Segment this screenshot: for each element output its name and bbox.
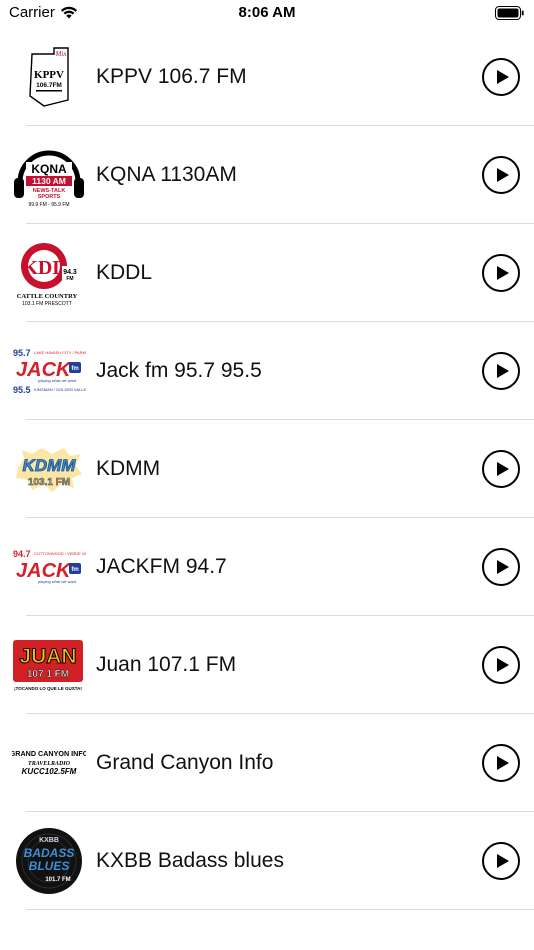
play-button[interactable] bbox=[482, 842, 520, 880]
svg-text:LAKE HAVASU CITY / PARKER: LAKE HAVASU CITY / PARKER bbox=[34, 350, 86, 355]
jack-logo-icon: 95.7 LAKE HAVASU CITY / PARKER JACK fm p… bbox=[12, 334, 86, 408]
status-bar: Carrier 8:06 AM bbox=[0, 0, 534, 28]
play-icon bbox=[496, 560, 509, 574]
kppv-logo-icon: Mix KPPV 106.7FM bbox=[12, 40, 86, 114]
svg-text:CATTLE COUNTRY: CATTLE COUNTRY bbox=[17, 293, 78, 300]
station-name: KDDL bbox=[96, 261, 153, 284]
row-separator bbox=[26, 909, 534, 910]
station-name: KDMM bbox=[96, 457, 161, 480]
svg-text:JUAN: JUAN bbox=[19, 645, 76, 668]
svg-text:FM: FM bbox=[66, 276, 73, 282]
svg-text:fm: fm bbox=[71, 366, 78, 372]
svg-text:94.3: 94.3 bbox=[63, 269, 77, 276]
svg-text:COTTONWOOD / VERDE VALLEY: COTTONWOOD / VERDE VALLEY bbox=[34, 551, 86, 556]
station-name: Grand Canyon Info bbox=[96, 751, 274, 774]
play-icon bbox=[496, 266, 509, 280]
play-button[interactable] bbox=[482, 352, 520, 390]
svg-text:Mix: Mix bbox=[55, 50, 68, 58]
station-row-jack-fm[interactable]: 95.7 LAKE HAVASU CITY / PARKER JACK fm p… bbox=[0, 322, 534, 420]
station-row-kdmm[interactable]: KDMM 103.1 FM KDMM bbox=[0, 420, 534, 518]
station-row-grand-canyon-info[interactable]: GRAND CANYON INFO TRAVELRADIO KUCC102.5F… bbox=[0, 714, 534, 812]
svg-text:106.7FM: 106.7FM bbox=[36, 82, 62, 89]
station-name: Juan 107.1 FM bbox=[96, 653, 237, 676]
play-button[interactable] bbox=[482, 156, 520, 194]
play-icon bbox=[496, 462, 509, 476]
station-row-kddl[interactable]: KDL 94.3 FM CATTLE COUNTRY 103.1 FM PRES… bbox=[0, 224, 534, 322]
svg-text:103.1 FM: 103.1 FM bbox=[28, 477, 70, 488]
kdmm-logo-icon: KDMM 103.1 FM bbox=[12, 432, 86, 506]
jack-947-logo-icon: 94.7 COTTONWOOD / VERDE VALLEY JACK fm p… bbox=[12, 530, 86, 604]
grand-canyon-logo-icon: GRAND CANYON INFO TRAVELRADIO KUCC102.5F… bbox=[12, 726, 86, 800]
svg-text:95.5: 95.5 bbox=[13, 385, 31, 395]
station-row-jackfm-947[interactable]: 94.7 COTTONWOOD / VERDE VALLEY JACK fm p… bbox=[0, 518, 534, 616]
svg-text:99.9 FM · 95.9 FM: 99.9 FM · 95.9 FM bbox=[28, 202, 69, 208]
svg-text:KUCC102.5FM: KUCC102.5FM bbox=[22, 767, 77, 776]
play-button[interactable] bbox=[482, 450, 520, 488]
battery-icon bbox=[495, 6, 524, 20]
svg-text:SPORTS: SPORTS bbox=[38, 194, 61, 200]
svg-text:94.7: 94.7 bbox=[13, 549, 31, 559]
status-time: 8:06 AM bbox=[238, 4, 296, 21]
station-name: KPPV 106.7 FM bbox=[96, 65, 247, 88]
station-row-kxbb[interactable]: KXBB BADASS BLUES 101.7 FM KXBB Badass b… bbox=[0, 812, 534, 910]
play-icon bbox=[496, 756, 509, 770]
svg-text:GRAND CANYON INFO: GRAND CANYON INFO bbox=[12, 749, 86, 758]
station-name: KXBB Badass blues bbox=[96, 849, 284, 872]
svg-text:103.1 FM PRESCOTT: 103.1 FM PRESCOTT bbox=[22, 301, 72, 307]
svg-text:KDL: KDL bbox=[22, 257, 65, 279]
svg-text:BLUES: BLUES bbox=[29, 859, 70, 873]
play-button[interactable] bbox=[482, 254, 520, 292]
svg-text:KPPV: KPPV bbox=[34, 69, 64, 81]
svg-text:KINGMAN / GOLDEN VALLEY: KINGMAN / GOLDEN VALLEY bbox=[34, 387, 86, 392]
svg-text:1130 AM: 1130 AM bbox=[32, 176, 66, 186]
svg-text:BADASS: BADASS bbox=[24, 846, 75, 860]
station-row-kppv[interactable]: Mix KPPV 106.7FM KPPV 106.7 FM bbox=[0, 28, 534, 126]
station-row-juan[interactable]: JUAN 107.1 FM ¡TOCANDO LO QUE LE GUSTA! … bbox=[0, 616, 534, 714]
kddl-logo-icon: KDL 94.3 FM CATTLE COUNTRY 103.1 FM PRES… bbox=[12, 236, 86, 310]
station-name: KQNA 1130AM bbox=[96, 163, 237, 186]
kxbb-logo-icon: KXBB BADASS BLUES 101.7 FM bbox=[12, 824, 86, 898]
juan-logo-icon: JUAN 107.1 FM ¡TOCANDO LO QUE LE GUSTA! bbox=[12, 628, 86, 702]
kqna-logo-icon: KQNA 1130 AM NEWS-TALK SPORTS 99.9 FM · … bbox=[12, 138, 86, 212]
play-button[interactable] bbox=[482, 548, 520, 586]
play-button[interactable] bbox=[482, 58, 520, 96]
play-icon bbox=[496, 168, 509, 182]
svg-text:101.7 FM: 101.7 FM bbox=[45, 877, 70, 883]
svg-text:playing what we want: playing what we want bbox=[37, 378, 77, 383]
svg-text:fm: fm bbox=[71, 567, 78, 573]
svg-text:KQNA: KQNA bbox=[31, 162, 67, 176]
play-icon bbox=[496, 70, 509, 84]
play-icon bbox=[496, 854, 509, 868]
svg-text:KXBB: KXBB bbox=[39, 837, 59, 844]
svg-text:¡TOCANDO LO QUE LE GUSTA!: ¡TOCANDO LO QUE LE GUSTA! bbox=[14, 686, 82, 691]
play-button[interactable] bbox=[482, 744, 520, 782]
play-icon bbox=[496, 364, 509, 378]
station-name: Jack fm 95.7 95.5 bbox=[96, 359, 262, 382]
play-button[interactable] bbox=[482, 646, 520, 684]
station-list: Mix KPPV 106.7FM KPPV 106.7 FM KQNA 1130… bbox=[0, 28, 534, 910]
station-name: JACKFM 94.7 bbox=[96, 555, 227, 578]
svg-text:KDMM: KDMM bbox=[23, 456, 77, 475]
svg-text:playing what we want: playing what we want bbox=[37, 579, 77, 584]
station-row-kqna[interactable]: KQNA 1130 AM NEWS-TALK SPORTS 99.9 FM · … bbox=[0, 126, 534, 224]
svg-text:107.1 FM: 107.1 FM bbox=[27, 669, 69, 680]
svg-text:95.7: 95.7 bbox=[13, 348, 31, 358]
play-icon bbox=[496, 658, 509, 672]
